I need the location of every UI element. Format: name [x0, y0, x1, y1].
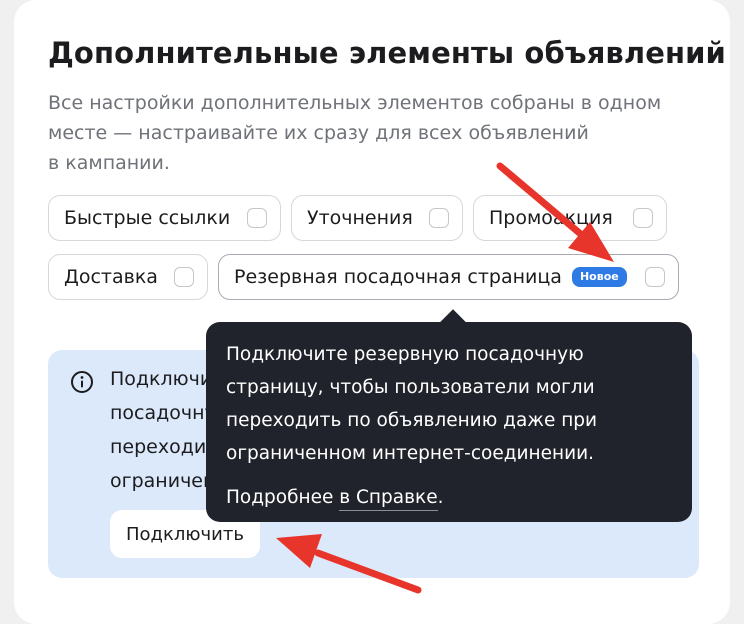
tooltip-line: переходить по объявлению даже при — [226, 410, 598, 431]
chip-clarifications[interactable]: Уточнения — [291, 195, 463, 241]
chip-label: Промоакция — [489, 207, 613, 229]
chip-quick-links[interactable]: Быстрые ссылки — [48, 195, 281, 241]
chip-label: Быстрые ссылки — [64, 207, 231, 229]
chip-delivery[interactable]: Доставка — [48, 254, 208, 300]
chip-checkbox[interactable] — [633, 208, 653, 228]
tooltip-popup: Подключите резервную посадочную страницу… — [206, 322, 692, 522]
chip-promo[interactable]: Промоакция — [473, 195, 667, 241]
help-link[interactable]: в Справке — [339, 487, 438, 511]
chip-checkbox[interactable] — [247, 208, 267, 228]
page-title: Дополнительные элементы объявлений — [48, 36, 726, 70]
chip-checkbox[interactable] — [174, 267, 194, 287]
chip-label: Уточнения — [307, 207, 413, 229]
tooltip-more-prefix: Подробнее — [226, 487, 340, 508]
tooltip-line: страницу, чтобы пользователи могли — [226, 377, 595, 398]
tooltip-more: Подробнее в Справке. — [226, 487, 672, 511]
section-subtitle: Все настройки дополнительных элементов с… — [48, 88, 688, 178]
chip-checkbox[interactable] — [429, 208, 449, 228]
tooltip-more-suffix: . — [437, 487, 444, 508]
chip-label: Доставка — [64, 266, 158, 288]
chip-checkbox[interactable] — [645, 267, 665, 287]
subtitle-line: месте — настраивайте их сразу для всех о… — [48, 122, 589, 144]
tooltip-text: Подключите резервную посадочную страницу… — [226, 338, 672, 470]
chip-label: Резервная посадочная страница — [234, 266, 562, 288]
new-badge: Новое — [571, 267, 627, 287]
subtitle-line: в кампании. — [48, 152, 170, 174]
tooltip-line: Подключите резервную посадочную — [226, 344, 584, 365]
tooltip-line: ограниченном интернет-соединении. — [226, 443, 595, 464]
chip-backup-landing-page[interactable]: Резервная посадочная страница Новое — [218, 254, 679, 300]
subtitle-line: Все настройки дополнительных элементов с… — [48, 92, 662, 114]
info-circle-icon — [71, 371, 93, 393]
